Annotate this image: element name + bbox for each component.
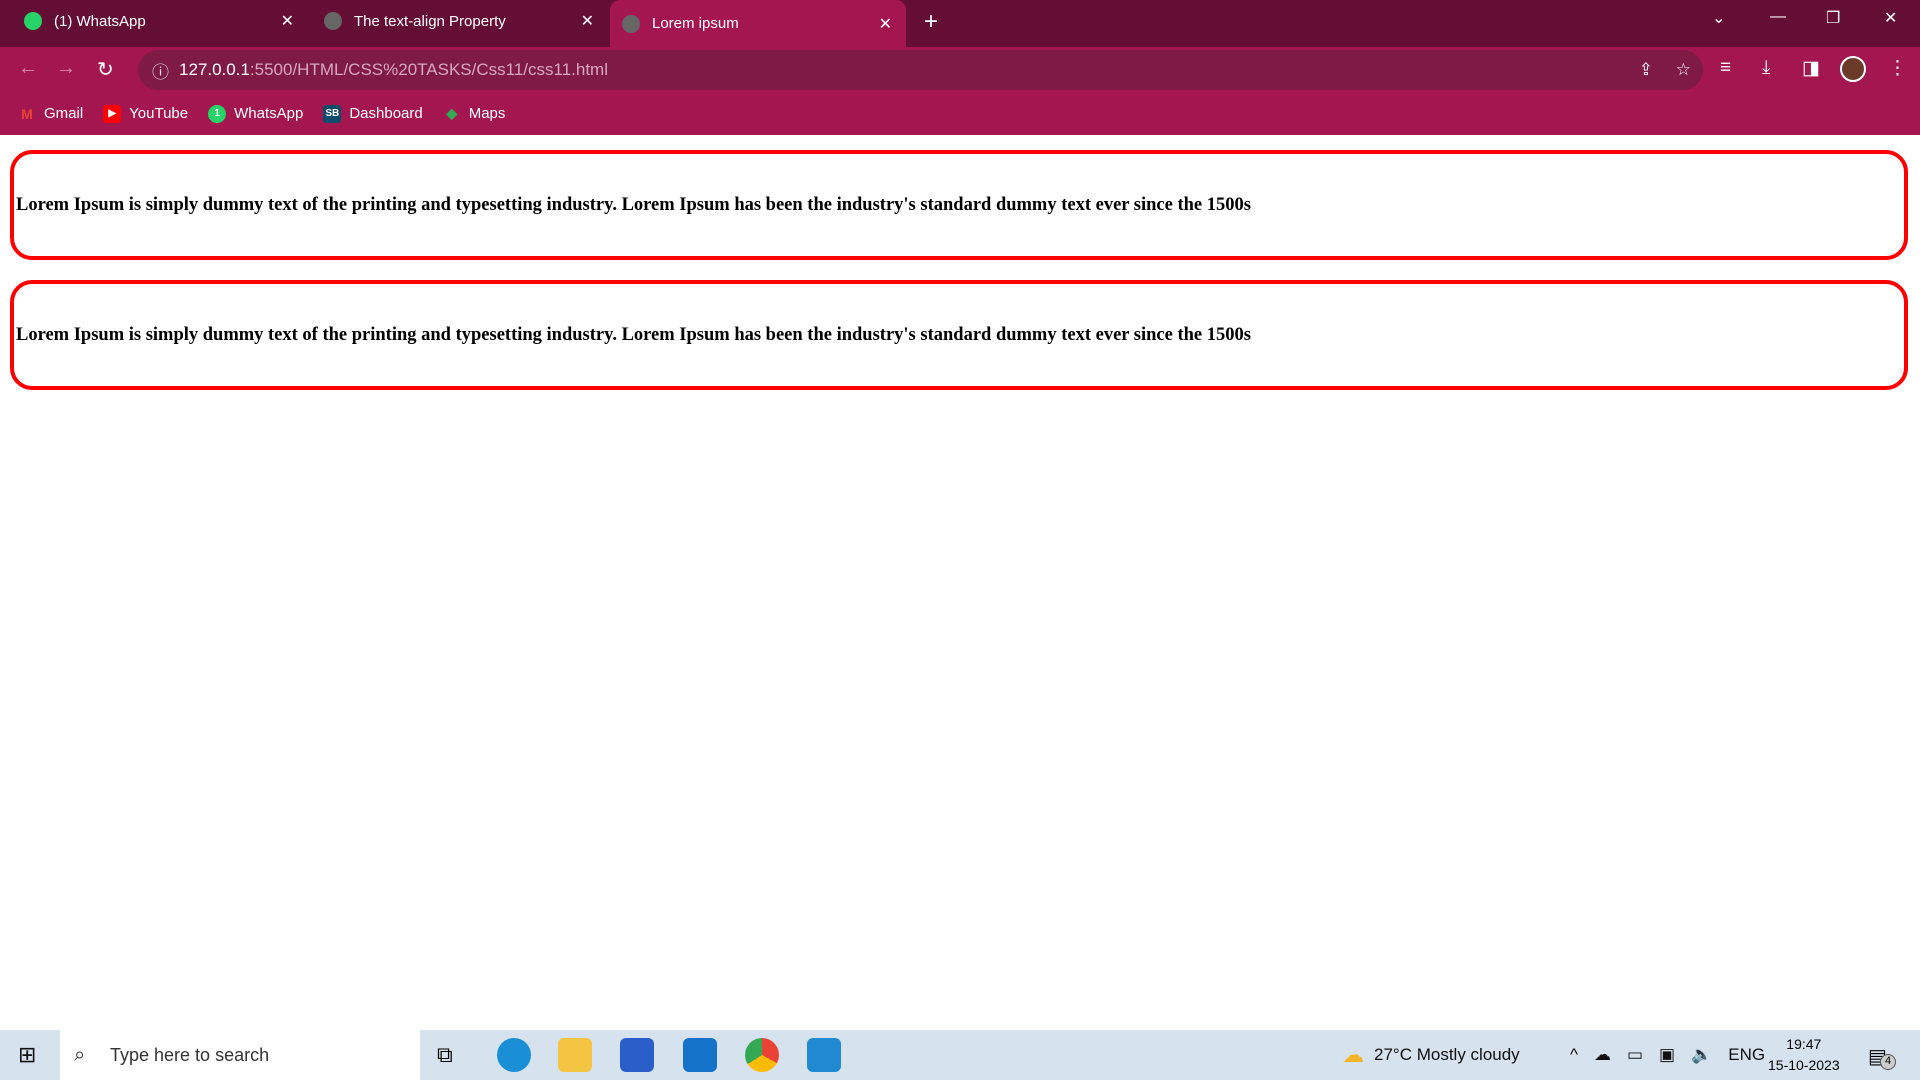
volume-icon[interactable]: 🔈 <box>1691 1045 1712 1065</box>
forward-button[interactable]: → <box>56 57 76 80</box>
tab-label: Lorem ipsum <box>652 15 739 32</box>
url-path: :5500/HTML/CSS%20TASKS/Css11/css11.html <box>249 60 608 79</box>
paragraph-box-2: Lorem Ipsum is simply dummy text of the … <box>10 280 1908 390</box>
side-panel-icon[interactable]: ◨ <box>1802 57 1820 80</box>
tab-label: (1) WhatsApp <box>54 12 146 30</box>
bookmark-label: WhatsApp <box>234 105 304 122</box>
battery-icon[interactable]: ▭ <box>1627 1045 1643 1065</box>
minimize-button[interactable]: — <box>1770 8 1786 26</box>
weather-widget[interactable]: ☁ 27°C Mostly cloudy <box>1342 1030 1520 1080</box>
dashboard-icon: SB <box>323 104 342 123</box>
restore-button[interactable]: ❐ <box>1826 8 1840 28</box>
tab-text-align[interactable]: The text-align Property ✕ <box>312 0 608 42</box>
url-host: 127.0.0.1 <box>179 60 250 79</box>
weather-text: 27°C Mostly cloudy <box>1374 1045 1520 1064</box>
bookmarks-bar: M Gmail ▶ YouTube 1 WhatsApp SB Dashboard ◆ M… <box>0 92 1920 135</box>
time: 19:47 <box>1786 1036 1822 1052</box>
task-view-icon[interactable]: ⧉ <box>437 1042 453 1068</box>
address-bar[interactable]: ⓘ 127.0.0.1:5500/HTML/CSS%20TASKS/Css11/… <box>138 50 1703 90</box>
onedrive-icon[interactable]: ☁ <box>1594 1045 1611 1065</box>
paragraph-text: Lorem Ipsum is simply dummy text of the … <box>16 324 1251 345</box>
search-icon: ⌕ <box>74 1043 86 1066</box>
info-icon: ⓘ <box>152 62 169 82</box>
windows-start-icon[interactable]: ⊞ <box>18 1042 36 1068</box>
maps-icon: ◆ <box>446 105 458 121</box>
tab-strip: (1) WhatsApp ✕ The text-align Property ✕ L… <box>0 0 1920 47</box>
back-button[interactable]: ← <box>18 57 38 80</box>
bookmark-whatsapp[interactable]: 1 WhatsApp <box>208 104 304 123</box>
taskbar: ⊞ ⌕ Type here to search ⧉ ☁ 27°C Mostly cl… <box>0 1030 1920 1080</box>
search-placeholder: Type here to search <box>110 1044 270 1065</box>
taskbar-search[interactable]: ⌕ Type here to search <box>60 1030 420 1080</box>
bookmark-youtube[interactable]: ▶ YouTube <box>103 104 189 123</box>
download-icon[interactable]: ⤓ <box>1762 57 1770 79</box>
new-tab-button[interactable]: + <box>924 8 938 36</box>
tab-search-icon[interactable]: ⌄ <box>1712 8 1725 28</box>
globe-icon <box>324 12 342 30</box>
chevron-up-icon[interactable]: ^ <box>1570 1045 1578 1065</box>
clock[interactable]: 19:47 15-10-2023 <box>1768 1034 1840 1076</box>
meet-icon[interactable]: ▣ <box>1659 1045 1675 1065</box>
paragraph-box-1: Lorem Ipsum is simply dummy text of the … <box>10 150 1908 260</box>
gmail-icon: M <box>21 105 33 122</box>
bookmark-maps[interactable]: ◆ Maps <box>443 105 506 123</box>
bookmark-dashboard[interactable]: SB Dashboard <box>323 104 423 123</box>
language-indicator[interactable]: ENG <box>1728 1045 1765 1065</box>
file-explorer-icon[interactable] <box>558 1038 592 1072</box>
bookmark-label: Maps <box>468 105 506 122</box>
edge-icon[interactable] <box>497 1038 531 1072</box>
system-tray: ^ ☁ ▭ ▣ 🔈 ENG <box>1570 1030 1765 1080</box>
store-icon[interactable] <box>620 1038 654 1072</box>
mail-icon[interactable] <box>683 1038 717 1072</box>
tab-whatsapp[interactable]: (1) WhatsApp ✕ <box>12 0 308 42</box>
notifications-icon[interactable]: ▤ 4 <box>1868 1044 1896 1070</box>
youtube-icon: ▶ <box>103 104 122 123</box>
chrome-icon[interactable] <box>745 1038 779 1072</box>
paragraph-text: Lorem Ipsum is simply dummy text of the … <box>16 194 1251 215</box>
bookmark-label: Dashboard <box>349 105 423 122</box>
browser-toolbar: ← → ↻ ⓘ 127.0.0.1:5500/HTML/CSS%20TASKS/… <box>0 47 1920 92</box>
menu-icon[interactable]: ⋮ <box>1888 57 1907 80</box>
tab-lorem-ipsum[interactable]: Lorem ipsum ✕ <box>610 0 906 47</box>
reload-button[interactable]: ↻ <box>97 57 114 82</box>
close-tab-icon[interactable]: ✕ <box>879 14 892 34</box>
close-tab-icon[interactable]: ✕ <box>281 11 294 31</box>
media-icon[interactable]: ≡ <box>1720 57 1731 79</box>
bookmark-star-icon[interactable]: ☆ <box>1676 60 1691 80</box>
cloudy-weather-icon: ☁ <box>1342 1042 1364 1067</box>
whatsapp-icon: 1 <box>208 104 227 123</box>
tab-label: The text-align Property <box>354 12 506 30</box>
share-icon[interactable]: ⇪ <box>1639 60 1653 80</box>
globe-icon <box>622 14 640 33</box>
notification-count: 4 <box>1880 1054 1896 1070</box>
close-window-button[interactable]: ✕ <box>1884 8 1897 28</box>
date: 15-10-2023 <box>1768 1057 1840 1073</box>
vscode-icon[interactable] <box>807 1038 841 1072</box>
bookmark-label: YouTube <box>129 105 189 122</box>
bookmark-gmail[interactable]: M Gmail <box>18 105 83 123</box>
close-tab-icon[interactable]: ✕ <box>581 11 594 31</box>
whatsapp-icon <box>24 12 42 30</box>
bookmark-label: Gmail <box>44 105 84 122</box>
profile-avatar[interactable] <box>1840 56 1866 82</box>
